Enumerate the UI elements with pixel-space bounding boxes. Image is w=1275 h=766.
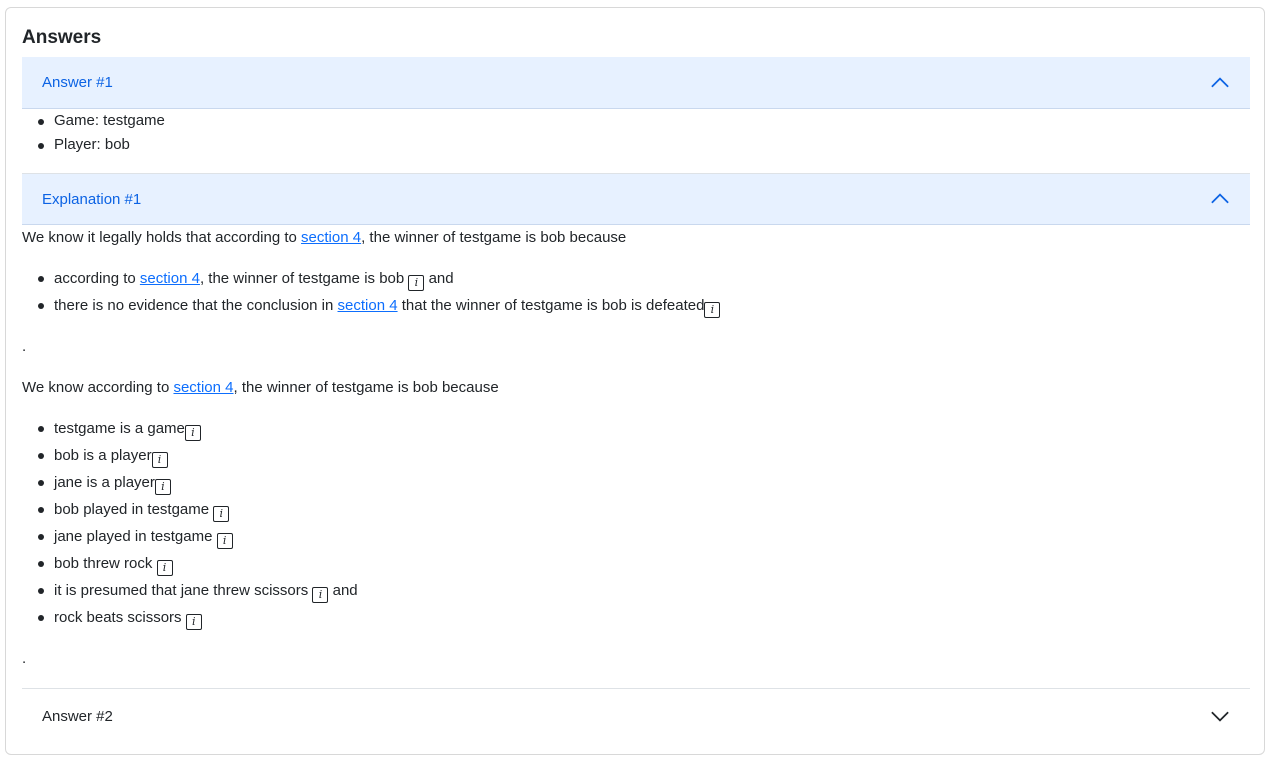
accordion-header-explanation-1[interactable]: Explanation #1 <box>22 173 1250 225</box>
info-icon[interactable]: i <box>408 275 425 291</box>
info-icon[interactable]: i <box>156 560 173 576</box>
accordion-header-answer-1[interactable]: Answer #1 <box>22 57 1250 109</box>
explanation-list-1: according to section 4, the winner of te… <box>22 265 721 319</box>
list-item: Player: bob <box>22 133 165 157</box>
explanation-paragraph: We know it legally holds that according … <box>22 229 627 246</box>
section-link[interactable]: section 4 <box>301 229 361 246</box>
info-icon[interactable]: i <box>151 452 168 468</box>
chevron-up-icon <box>1211 193 1229 204</box>
explanation-list-2: testgame is a game i bob is a player i jan… <box>22 415 358 631</box>
section-link[interactable]: section 4 <box>140 270 200 287</box>
period: . <box>22 650 27 667</box>
answers-card: Answers Answer #1 Game: testgame Player:… <box>5 7 1265 755</box>
list-item: rock beats scissors i <box>22 604 358 631</box>
info-icon[interactable]: i <box>154 479 171 495</box>
list-item: bob threw rock i <box>22 550 358 577</box>
list-item: it is presumed that jane threw scissors … <box>22 577 358 604</box>
info-icon[interactable]: i <box>213 506 230 522</box>
accordion-title: Explanation #1 <box>42 190 142 208</box>
chevron-down-icon <box>1211 711 1229 722</box>
list-item: bob played in testgame i <box>22 496 358 523</box>
list-item: bob is a player i <box>22 442 358 469</box>
info-icon[interactable]: i <box>185 614 202 630</box>
explanation-paragraph: We know according to section 4, the winn… <box>22 379 499 396</box>
section-link[interactable]: section 4 <box>338 297 398 314</box>
info-icon[interactable]: i <box>704 302 721 318</box>
list-item: Game: testgame <box>22 109 165 133</box>
info-icon[interactable]: i <box>184 425 201 441</box>
list-item: according to section 4, the winner of te… <box>22 265 720 292</box>
info-icon[interactable]: i <box>216 533 233 549</box>
list-item: there is no evidence that the conclusion… <box>22 292 721 319</box>
accordion-title: Answer #1 <box>42 74 113 91</box>
accordion-title: Answer #2 <box>42 707 113 725</box>
list-item: jane played in testgame i <box>22 523 358 550</box>
answer-1-list: Game: testgame Player: bob <box>22 109 165 157</box>
period: . <box>22 338 27 355</box>
list-item: testgame is a game i <box>22 415 358 442</box>
card-title: Answers <box>22 27 102 48</box>
list-item: jane is a player i <box>22 469 358 496</box>
info-icon[interactable]: i <box>312 587 329 603</box>
accordion-header-answer-2[interactable]: Answer #2 <box>22 688 1250 743</box>
chevron-up-icon <box>1211 76 1229 87</box>
section-link[interactable]: section 4 <box>173 379 233 396</box>
